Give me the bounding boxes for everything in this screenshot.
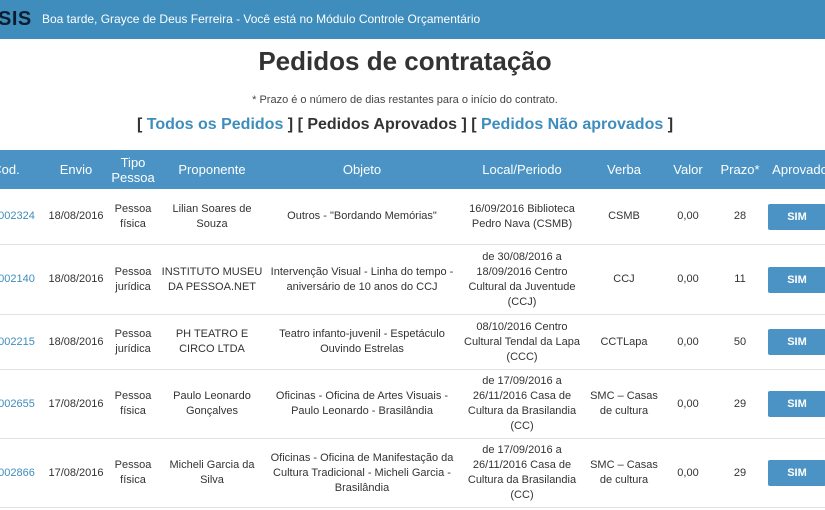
row-valor: 0,00	[677, 210, 699, 222]
row-prazo: 28	[733, 210, 747, 222]
app-logo[interactable]: SIS	[0, 8, 32, 31]
row-code-link[interactable]: 0002215	[0, 315, 42, 369]
page-title: Pedidos de contratação	[258, 46, 552, 76]
filter-not-approved-link[interactable]: Pedidos Não aprovados	[481, 116, 663, 133]
header-proponente: Proponente	[178, 162, 246, 177]
table-row: 0002215 18/08/2016 Pessoa jurídica PH TE…	[0, 315, 825, 370]
approve-sim-button[interactable]: SIM	[768, 267, 825, 293]
row-prazo: 29	[733, 397, 747, 410]
row-prazo: 29	[733, 466, 747, 479]
row-tipo-pessoa: Pessoa física	[114, 390, 152, 417]
row-proponente: Lilian Soares de Souza	[172, 202, 252, 230]
top-bar: SIS Boa tarde, Grayce de Deus Ferreira -…	[0, 0, 825, 39]
header-envio: Envio	[59, 162, 93, 177]
row-prazo: 50	[733, 335, 747, 348]
row-code-link[interactable]: 0002655	[0, 370, 42, 438]
row-tipo-pessoa: Pessoa física	[114, 459, 152, 486]
header-aprovado: Aprovado	[772, 162, 825, 177]
row-proponente: PH TEATRO E CIRCO LTDA	[175, 328, 249, 355]
approve-sim-button[interactable]: SIM	[768, 391, 825, 417]
row-envio: 18/08/2016	[48, 210, 104, 222]
row-tipo-pessoa: Pessoa jurídica	[114, 328, 152, 355]
approve-sim-button[interactable]: SIM	[768, 204, 825, 230]
row-local-periodo: de 17/09/2016 a 26/11/2016 Casa de Cultu…	[467, 444, 577, 501]
greeting-text: Boa tarde, Grayce de Deus Ferreira - Voc…	[42, 12, 481, 26]
row-valor: 0,00	[677, 397, 699, 410]
bracket-open: [	[136, 116, 147, 133]
table-row: 0002140 18/08/2016 Pessoa jurídica INSTI…	[0, 245, 825, 315]
row-proponente: Micheli Garcia da Silva	[169, 459, 255, 486]
prazo-note: * Prazo é o número de dias restantes par…	[252, 94, 558, 106]
row-local-periodo: de 17/09/2016 a 26/11/2016 Casa de Cultu…	[467, 375, 577, 432]
row-local-periodo: 16/09/2016 Biblioteca Pedro Nava (CSMB)	[469, 202, 575, 230]
row-envio: 18/08/2016	[48, 335, 104, 348]
table-header: Cod. Envio Tipo Pessoa Proponente Objeto…	[0, 150, 825, 189]
row-local-periodo: de 30/08/2016 a 18/09/2016 Centro Cultur…	[468, 250, 576, 308]
row-prazo: 11	[734, 273, 746, 285]
header-local-periodo: Local/Periodo	[482, 162, 562, 177]
row-proponente: Paulo Leonardo Gonçalves	[173, 390, 251, 417]
approve-sim-button[interactable]: SIM	[768, 329, 825, 355]
row-verba: CSMB	[608, 210, 640, 222]
row-objeto: Intervenção Visual - Linha do tempo - an…	[270, 265, 454, 293]
table-row: 0002324 18/08/2016 Pessoa física Lilian …	[0, 189, 825, 245]
bracket-close: ]	[663, 116, 674, 133]
table-row: 0002866 17/08/2016 Pessoa física Micheli…	[0, 439, 825, 508]
header-tipo-pessoa: Tipo Pessoa	[111, 154, 155, 185]
row-objeto: Oficinas - Oficina de Artes Visuais - Pa…	[275, 390, 449, 417]
row-verba: SMC – Casas de cultura	[590, 390, 658, 417]
row-objeto: Outros - "Bordando Memórias"	[287, 210, 437, 222]
row-verba: CCTLapa	[600, 335, 648, 348]
row-verba: CCJ	[613, 273, 635, 285]
header-prazo: Prazo*	[720, 162, 760, 177]
row-verba: SMC – Casas de cultura	[590, 459, 658, 486]
header-cod: Cod.	[0, 162, 20, 177]
row-valor: 0,00	[677, 273, 699, 285]
row-valor: 0,00	[677, 335, 699, 348]
row-objeto: Teatro infanto-juvenil - Espetáculo Ouvi…	[279, 328, 445, 355]
header-valor: Valor	[673, 162, 703, 177]
row-tipo-pessoa: Pessoa jurídica	[114, 265, 152, 293]
row-proponente: INSTITUTO MUSEU DA PESSOA.NET	[161, 265, 263, 293]
row-envio: 17/08/2016	[48, 466, 104, 479]
row-envio: 17/08/2016	[48, 397, 104, 410]
table-row: 0002655 17/08/2016 Pessoa física Paulo L…	[0, 370, 825, 439]
row-code-link[interactable]: 0002140	[0, 245, 42, 314]
row-objeto: Oficinas - Oficina de Manifestação da Cu…	[270, 451, 454, 494]
header-objeto: Objeto	[342, 162, 382, 177]
row-valor: 0,00	[677, 466, 699, 479]
row-local-periodo: 08/10/2016 Centro Cultural Tendal da Lap…	[464, 320, 580, 363]
row-code-link[interactable]: 0002324	[0, 189, 42, 244]
approve-sim-button[interactable]: SIM	[768, 460, 825, 486]
header-verba: Verba	[607, 162, 641, 177]
filter-all-link[interactable]: Todos os Pedidos	[147, 116, 284, 133]
row-tipo-pessoa: Pessoa física	[114, 202, 152, 230]
row-code-link[interactable]: 0002866	[0, 439, 42, 507]
filter-approved-current: ] [ Pedidos Aprovados ] [	[283, 116, 481, 133]
filter-links: [ Todos os Pedidos ] [ Pedidos Aprovados…	[0, 116, 810, 134]
row-envio: 18/08/2016	[48, 273, 104, 285]
